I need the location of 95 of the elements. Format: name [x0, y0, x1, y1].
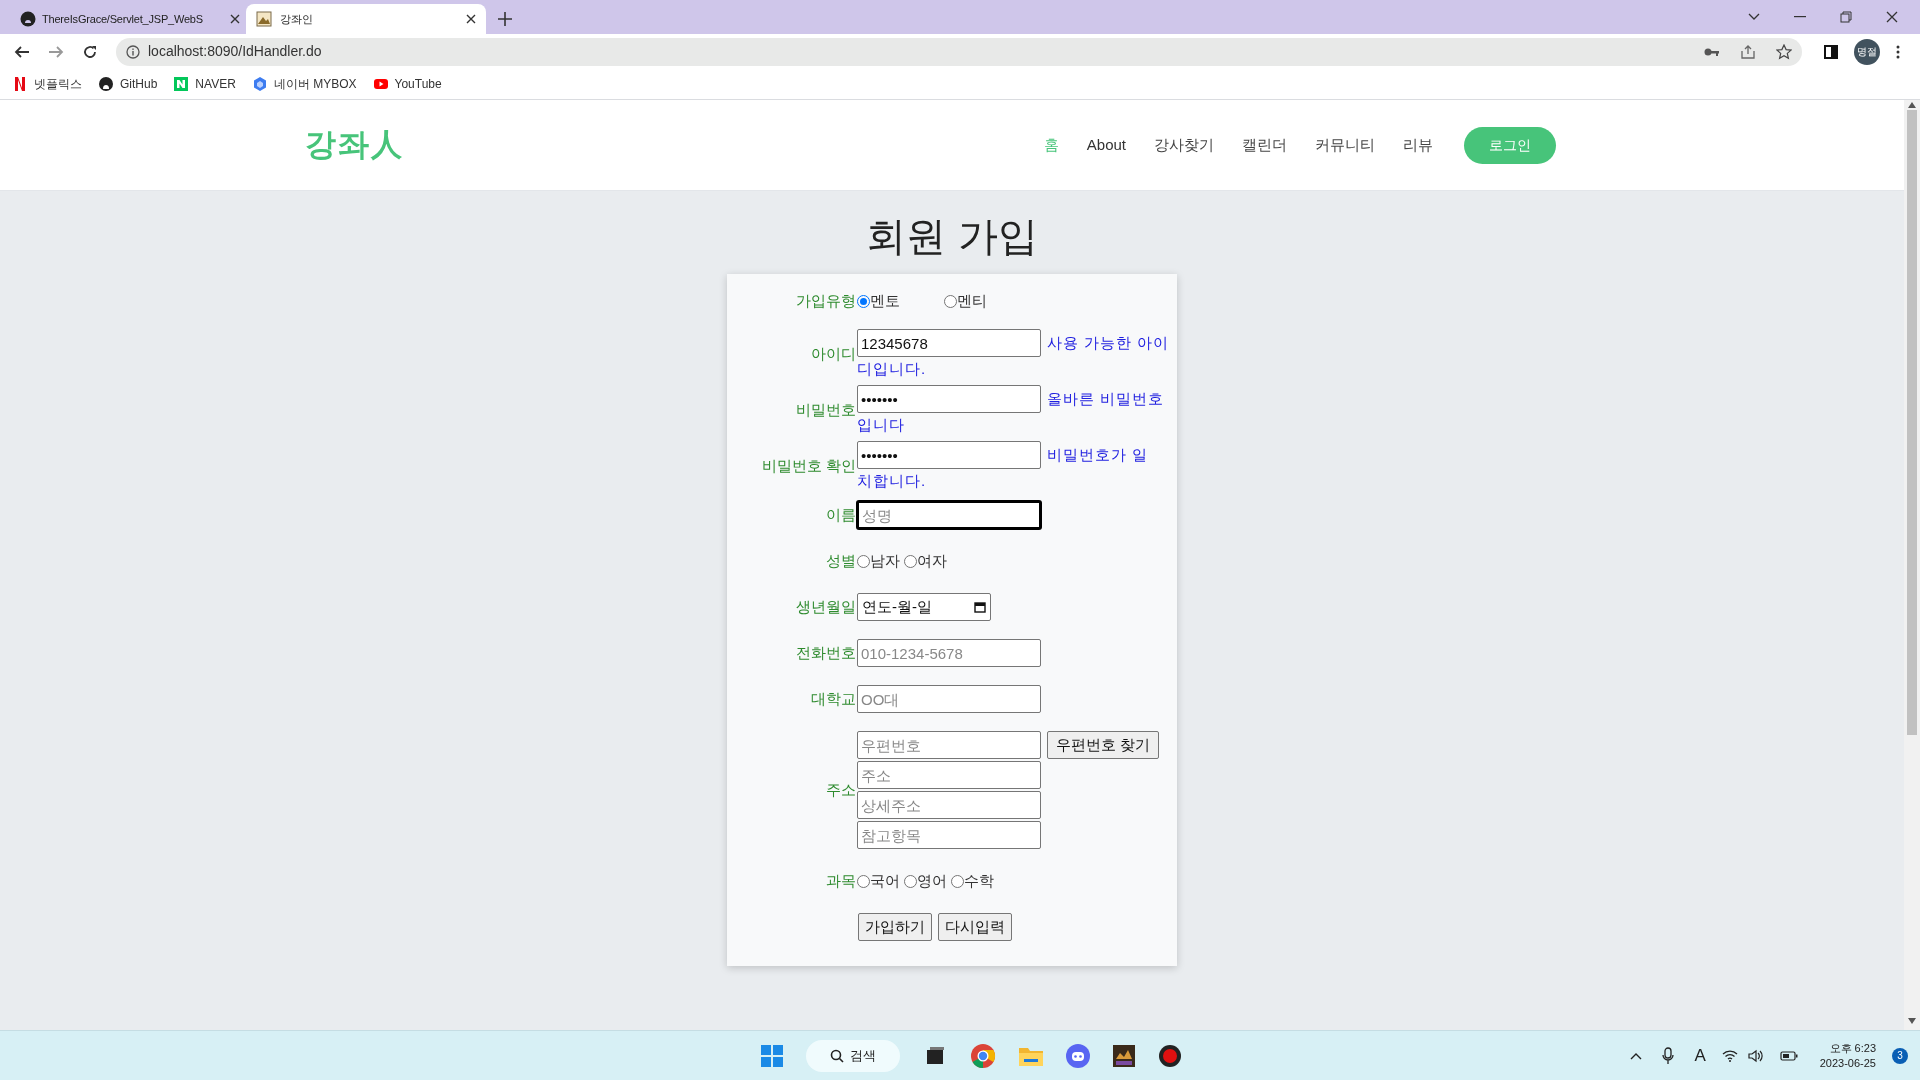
- star-icon[interactable]: [1776, 43, 1792, 60]
- profile-avatar[interactable]: 명절: [1854, 38, 1880, 65]
- nav-link[interactable]: 강사찾기: [1154, 133, 1214, 157]
- search-box[interactable]: 검색: [806, 1039, 900, 1072]
- text-field[interactable]: •••••••: [857, 385, 1041, 413]
- nav-link[interactable]: 커뮤니티: [1315, 133, 1375, 157]
- validation-message: 디입니다.: [857, 359, 927, 379]
- scroll-up-icon[interactable]: [1908, 102, 1916, 108]
- field-label: 비밀번호 확인: [760, 456, 857, 477]
- validation-message: 입니다: [857, 415, 905, 435]
- validation-message: 올바른 비밀번호: [1047, 388, 1165, 409]
- bookmark[interactable]: GitHub: [98, 75, 158, 93]
- picture-icon: [256, 11, 272, 27]
- field-label: 주소: [825, 779, 857, 800]
- text-field[interactable]: 주소: [857, 761, 1041, 789]
- page-title: 회원 가입: [866, 213, 1038, 260]
- postcode-search-button[interactable]: 우편번호 찾기: [1047, 731, 1160, 759]
- microphone-icon[interactable]: [1662, 1046, 1675, 1065]
- wifi-icon[interactable]: [1721, 1049, 1738, 1062]
- battery-icon[interactable]: [1779, 1050, 1798, 1061]
- url-text: localhost:8090/IdHandler.do: [148, 42, 323, 61]
- calendar-icon[interactable]: [974, 601, 986, 613]
- field-label: 과목: [825, 870, 857, 891]
- radio-option[interactable]: 국어: [857, 869, 900, 893]
- minimize-icon[interactable]: [1794, 16, 1806, 18]
- nav-link[interactable]: 리뷰: [1403, 133, 1433, 157]
- radio-option[interactable]: 수학: [951, 869, 994, 893]
- text-field[interactable]: 우편번호: [857, 731, 1041, 759]
- nav-link[interactable]: About: [1086, 133, 1126, 157]
- search-icon: [830, 1048, 844, 1063]
- close-icon[interactable]: [1886, 11, 1898, 23]
- info-icon[interactable]: [126, 44, 140, 59]
- hexagon-icon: [251, 76, 268, 92]
- back-icon[interactable]: [14, 43, 30, 60]
- chrome-icon[interactable]: [970, 1042, 996, 1069]
- text-field[interactable]: 참고항목: [857, 821, 1041, 849]
- key-icon[interactable]: [1704, 46, 1720, 57]
- game-icon[interactable]: [1112, 1043, 1136, 1068]
- clock[interactable]: 오후 6:23 2023-06-25: [1819, 1040, 1876, 1071]
- restore-icon[interactable]: [1840, 11, 1852, 23]
- address-bar[interactable]: localhost:8090/IdHandler.do: [116, 37, 1802, 66]
- new-tab-icon[interactable]: [498, 12, 512, 26]
- text-field[interactable]: 상세주소: [857, 791, 1041, 819]
- menu-icon[interactable]: [1896, 44, 1900, 59]
- field-label: 생년월일: [795, 596, 857, 617]
- scrollbar-thumb[interactable]: [1907, 110, 1917, 735]
- volume-icon[interactable]: [1747, 1048, 1764, 1063]
- validation-message: 비밀번호가 일: [1047, 444, 1149, 465]
- chevron-down-icon[interactable]: [1748, 13, 1760, 21]
- field-label: 대학교: [810, 688, 857, 709]
- windows-icon[interactable]: [760, 1043, 784, 1068]
- form-button[interactable]: 다시입력: [938, 913, 1012, 941]
- netflix-icon: [12, 76, 28, 92]
- radio-option[interactable]: 여자: [904, 549, 947, 573]
- bookmark[interactable]: 네이버 MYBOX: [251, 75, 357, 93]
- play-icon: [372, 76, 389, 92]
- validation-message: 치합니다.: [857, 471, 927, 491]
- chat-app-icon[interactable]: [1066, 1043, 1090, 1068]
- notification-badge[interactable]: 3: [1892, 1047, 1908, 1064]
- field-label: 아이디: [810, 344, 857, 365]
- task-view-icon[interactable]: [924, 1044, 946, 1067]
- field-label: 이름: [825, 504, 857, 525]
- record-icon[interactable]: [1158, 1043, 1182, 1068]
- text-field[interactable]: 010-1234-5678: [857, 639, 1041, 667]
- close-icon[interactable]: [230, 14, 240, 24]
- share-icon[interactable]: [1740, 43, 1756, 60]
- text-field[interactable]: 성명: [857, 501, 1041, 529]
- reload-icon[interactable]: [82, 43, 98, 60]
- radio-option[interactable]: 멘토: [857, 289, 900, 313]
- form-button[interactable]: 가입하기: [858, 913, 932, 941]
- validation-message: 사용 가능한 아이: [1047, 332, 1170, 353]
- bookmark[interactable]: NAVER: [173, 75, 236, 93]
- browser-tab[interactable]: 강좌인: [246, 4, 486, 34]
- bookmark[interactable]: 넷플릭스: [12, 75, 82, 93]
- browser-tab[interactable]: ThereIsGrace/Servlet_JSP_WebS: [10, 4, 246, 34]
- text-field[interactable]: OO대: [857, 685, 1041, 713]
- naver-icon: [173, 76, 190, 92]
- close-icon[interactable]: [466, 14, 476, 24]
- radio-option[interactable]: 영어: [904, 869, 947, 893]
- sidebar-icon[interactable]: [1824, 44, 1838, 59]
- bookmark[interactable]: YouTube: [372, 75, 442, 93]
- scroll-down-icon[interactable]: [1908, 1018, 1916, 1024]
- field-label: 가입유형: [795, 290, 857, 311]
- chevron-up-icon[interactable]: [1630, 1051, 1643, 1060]
- radio-option[interactable]: 멘티: [944, 289, 987, 313]
- field-label: 성별: [825, 550, 857, 571]
- nav-link[interactable]: 캘린더: [1242, 133, 1287, 157]
- text-field[interactable]: •••••••: [857, 441, 1041, 469]
- field-label: 비밀번호: [795, 400, 857, 421]
- field-label: 전화번호: [795, 642, 857, 663]
- input-method-indicator[interactable]: A: [1694, 1042, 1706, 1069]
- text-field[interactable]: 12345678: [857, 329, 1041, 357]
- date-field[interactable]: 연도-월-일: [857, 593, 991, 621]
- radio-option[interactable]: 남자: [857, 549, 900, 573]
- forward-icon[interactable]: [48, 43, 64, 60]
